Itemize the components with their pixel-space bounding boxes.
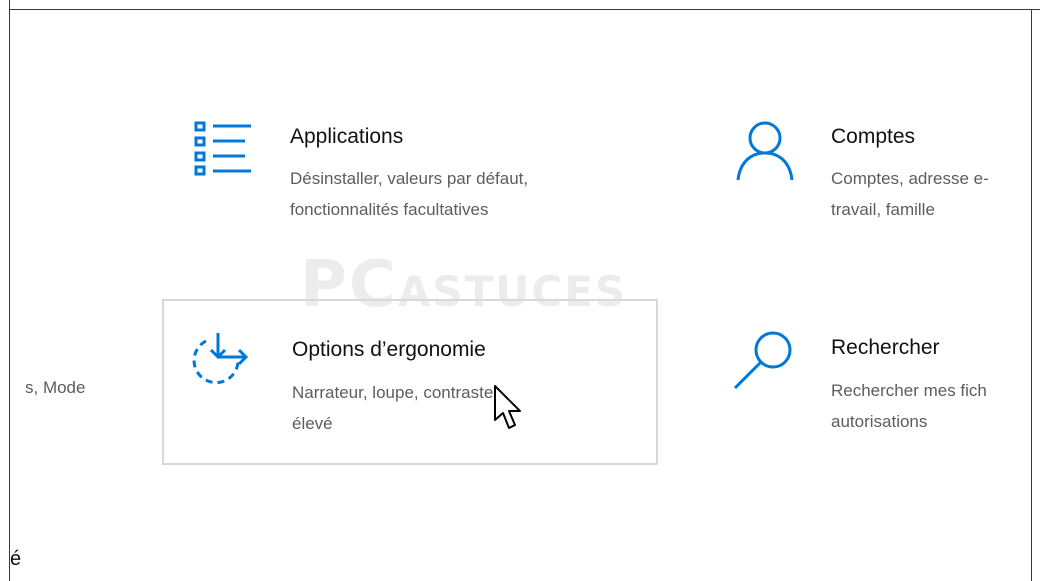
ease-of-access-icon (190, 331, 254, 396)
tile-description: Rechercher mes fich autorisations (831, 381, 987, 431)
search-icon (731, 330, 797, 397)
tile-title: Comptes (831, 125, 916, 148)
settings-tile-applications[interactable]: Applications Désinstaller, valeurs par d… (185, 118, 665, 258)
mouse-cursor-icon (492, 384, 532, 439)
tile-description: Narrateur, loupe, contraste élevé (292, 383, 494, 433)
tile-description: Comptes, adresse e- travail, famille (831, 169, 989, 219)
settings-tile-options-ergonomie[interactable]: Options d’ergonomie Narrateur, loupe, co… (162, 299, 658, 465)
tile-title: Rechercher (831, 336, 940, 359)
window-border-left (9, 0, 10, 581)
window-border-top (9, 9, 1040, 10)
cropped-tile-title: é (10, 548, 22, 570)
cropped-tile-description: s, Mode (25, 378, 86, 397)
person-icon (735, 120, 795, 187)
apps-list-icon (189, 120, 253, 185)
tile-title: Options d’ergonomie (292, 338, 486, 361)
tile-title: Applications (290, 125, 404, 148)
tile-description: Désinstaller, valeurs par défaut, foncti… (290, 169, 529, 219)
settings-tile-rechercher[interactable]: Rechercher Rechercher mes fich autorisat… (725, 330, 1031, 470)
window-border-right (1031, 9, 1032, 581)
settings-tile-comptes[interactable]: Comptes Comptes, adresse e- travail, fam… (725, 118, 1031, 258)
